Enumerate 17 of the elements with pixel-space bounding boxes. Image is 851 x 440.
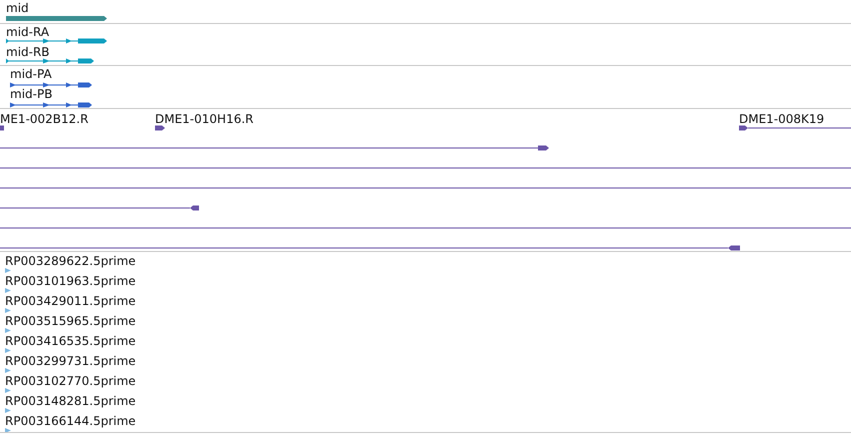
feature-label: RP003102770.5prime (5, 374, 136, 388)
feature-label: mid-PB (10, 87, 52, 101)
feature-label: mid-PA (10, 67, 52, 81)
feature-label: mid (6, 1, 29, 15)
feature-label: RP003515965.5prime (5, 314, 136, 328)
feature-label: RP003148281.5prime (5, 394, 136, 408)
feature-label: RP003101963.5prime (5, 274, 136, 288)
feature-label: RP003299731.5prime (5, 354, 136, 368)
feature-label: RP003429011.5prime (5, 294, 136, 308)
feature-label: mid-RB (6, 45, 50, 59)
feature-label: DME1-008K19 (739, 112, 824, 126)
feature-label: RP003289622.5prime (5, 254, 136, 268)
feature-label: RP003416535.5prime (5, 334, 136, 348)
feature-label: mid-RA (6, 25, 50, 39)
feature-label: DME1-010H16.R (155, 112, 254, 126)
feature-label: RP003166144.5prime (5, 414, 136, 428)
feature-label: ME1-002B12.R (0, 112, 88, 126)
